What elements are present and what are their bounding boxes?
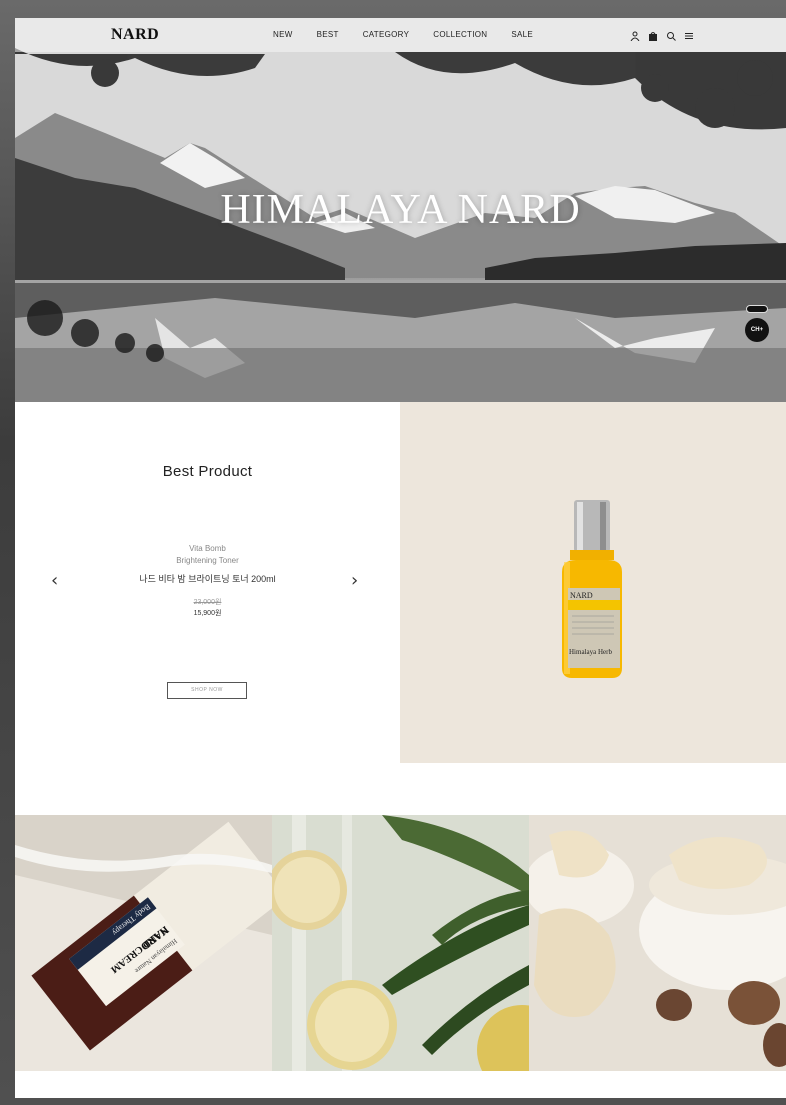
next-arrow-icon[interactable]: › (351, 570, 358, 591)
sale-price: 15,900원 (193, 610, 222, 617)
product-name-line1[interactable]: Vita Bomb (15, 544, 400, 553)
shop-now-button[interactable]: SHOP NOW (167, 682, 247, 699)
toner-bottle-image[interactable]: NARD Himalaya Herb (400, 402, 786, 763)
best-product-panel: Best Product ‹ Vita Bomb Brightening Ton… (15, 402, 400, 763)
lifestyle-image-strip: NARD HAND CREAM Body Therapy Himalayan N… (15, 815, 786, 1071)
bag-icon[interactable] (648, 28, 658, 41)
product-name-korean[interactable]: 나드 비타 밤 브라이트닝 토너 200ml (15, 572, 400, 585)
product-image-panel[interactable]: NARD Himalaya Herb (400, 402, 786, 763)
nav-menu: NEW BEST CATEGORY COLLECTION SALE (273, 30, 533, 39)
nav-link-new[interactable]: NEW (273, 30, 293, 39)
product-name-line2[interactable]: Brightening Toner (15, 556, 400, 565)
search-icon[interactable] (666, 28, 676, 41)
hero-banner: NARD NEW BEST CATEGORY COLLECTION SALE H… (15, 18, 786, 402)
page: NARD NEW BEST CATEGORY COLLECTION SALE H… (15, 18, 786, 1098)
bottle-brand-text: NARD (570, 591, 593, 600)
chat-badge[interactable] (746, 305, 768, 313)
nav-link-category[interactable]: CATEGORY (363, 30, 410, 39)
lemon-leaves-image[interactable] (272, 815, 529, 1071)
nav-icons (630, 28, 694, 42)
menu-icon[interactable] (684, 28, 694, 39)
brand-logo[interactable]: NARD (111, 26, 159, 44)
nav-link-collection[interactable]: COLLECTION (433, 30, 487, 39)
hero-title: HIMALAYA NARD (220, 187, 581, 233)
top-navigation: NARD NEW BEST CATEGORY COLLECTION SALE (15, 18, 786, 52)
user-icon[interactable] (630, 28, 640, 42)
section-title: Best Product (162, 463, 253, 480)
hand-cream-image[interactable]: NARD HAND CREAM Body Therapy Himalayan N… (15, 815, 272, 1071)
nav-link-best[interactable]: BEST (317, 30, 339, 39)
chat-button[interactable]: CH+ (745, 318, 769, 342)
nav-link-sale[interactable]: SALE (511, 30, 533, 39)
original-price: 23,000원 (193, 599, 222, 606)
bottle-line-text: Himalaya Herb (569, 648, 612, 656)
shea-butter-image[interactable] (529, 815, 786, 1071)
